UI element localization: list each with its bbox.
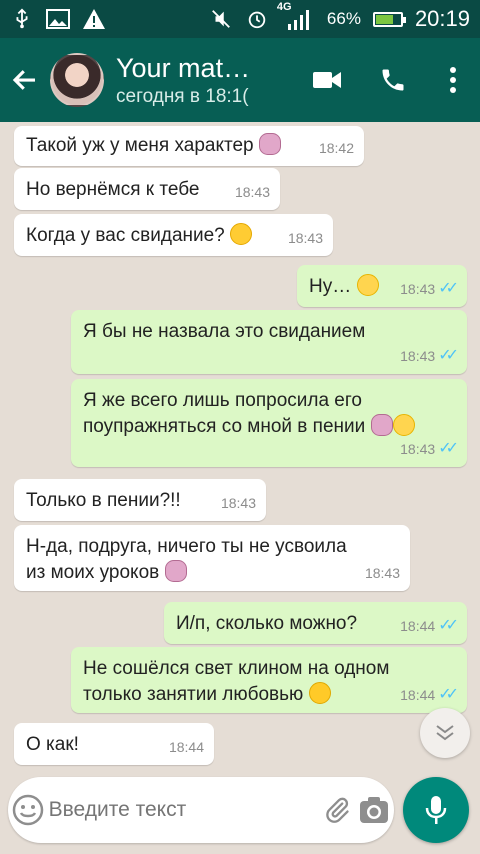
message-text: Но вернёмся к тебе	[26, 179, 200, 200]
avatar[interactable]	[50, 53, 104, 107]
message-text-line-2: только занятии любовью	[83, 684, 304, 705]
read-ticks-icon: ✓✓	[438, 686, 459, 703]
message-text-line-2: из моих уроков	[26, 562, 160, 583]
phone-icon	[382, 69, 404, 91]
message-text: Только в пении?!!	[26, 490, 181, 511]
message-time: 18:43	[287, 230, 323, 246]
relieved-smile-emoji-icon	[392, 414, 415, 436]
back-button[interactable]	[0, 38, 50, 122]
microphone-icon	[425, 796, 447, 824]
message-time: 18:44	[168, 739, 204, 755]
video-call-button[interactable]	[294, 38, 360, 122]
message-text: И/п, сколько можно?	[176, 613, 358, 634]
double-chevron-down-icon	[436, 725, 454, 741]
message-time: 18:43	[220, 495, 256, 511]
scroll-to-bottom-button[interactable]	[420, 708, 470, 758]
message-text-line-1: Не сошёлся свет клином на одном	[83, 658, 390, 679]
message-text: О как!	[26, 734, 79, 755]
clock: 20:19	[414, 6, 470, 31]
chat-header: Your mat…🎸 сегодня в 18:1(	[0, 38, 480, 122]
message-text: Ну…	[309, 276, 352, 297]
message-time: 18:43 ✓✓	[400, 436, 459, 462]
voice-call-button[interactable]	[360, 38, 426, 122]
message-text-line-2: поупражняться со мной в пении	[83, 416, 366, 437]
camera-button[interactable]	[353, 777, 394, 843]
camera-icon	[359, 797, 388, 823]
message-time: 18:44 ✓✓	[400, 682, 459, 708]
message-text-line-1: Я же всего лишь попросила его	[83, 390, 362, 411]
more-vertical-icon	[450, 67, 456, 93]
battery-percent: 66%	[326, 9, 361, 28]
message-incoming[interactable]: Когда у вас свидание? 18:43	[14, 214, 333, 256]
winking-tongue-emoji-icon	[230, 223, 253, 245]
video-camera-icon	[313, 72, 341, 88]
message-incoming[interactable]: Н-да, подруга, ничего ты не усвоила из м…	[14, 525, 410, 591]
message-composer	[8, 777, 394, 843]
voice-record-button[interactable]	[403, 777, 469, 843]
message-time: 18:43 ✓✓	[400, 343, 459, 369]
relieved-smile-emoji-icon	[356, 274, 379, 296]
status-bar: 4G 66% 20:19	[0, 0, 480, 38]
paperclip-icon	[325, 797, 349, 823]
message-outgoing[interactable]: Я же всего лишь попросила его поупражнят…	[71, 379, 467, 467]
message-text: Я бы не назвала это свиданием	[83, 321, 366, 342]
person-shrugging-emoji-icon	[370, 414, 393, 436]
alarm-icon	[245, 7, 269, 31]
read-ticks-icon: ✓✓	[438, 440, 459, 457]
person-facepalming-emoji-icon	[164, 560, 187, 582]
read-ticks-icon: ✓✓	[438, 280, 459, 297]
message-time: 18:44 ✓✓	[400, 613, 459, 639]
message-outgoing[interactable]: Я бы не назвала это свиданием 18:43 ✓✓	[71, 310, 467, 374]
message-outgoing[interactable]: И/п, сколько можно? 18:44 ✓✓	[164, 602, 467, 644]
more-options-button[interactable]	[426, 38, 480, 122]
message-text: Такой уж у меня характер	[26, 135, 254, 156]
image-icon	[46, 7, 70, 31]
warning-icon	[82, 7, 106, 31]
read-ticks-icon: ✓✓	[438, 617, 459, 634]
message-time: 18:42	[318, 140, 354, 156]
arrow-back-icon	[12, 70, 35, 90]
message-incoming[interactable]: Но вернёмся к тебе 18:43	[14, 168, 280, 210]
contact-name: Your mat…🎸	[116, 53, 256, 83]
contact-info[interactable]: Your mat…🎸 сегодня в 18:1(	[116, 52, 294, 108]
message-incoming[interactable]: Такой уж у меня характер 18:42	[14, 126, 364, 166]
read-ticks-icon: ✓✓	[438, 347, 459, 364]
usb-icon	[10, 7, 34, 31]
message-time: 18:43	[364, 565, 400, 581]
message-incoming[interactable]: О как! 18:44	[14, 723, 214, 765]
battery-icon	[372, 11, 406, 27]
message-time: 18:43	[234, 184, 270, 200]
attach-button[interactable]	[320, 777, 354, 843]
message-outgoing[interactable]: Не сошёлся свет клином на одном только з…	[71, 647, 467, 713]
message-text-line-1: Н-да, подруга, ничего ты не усвоила	[26, 536, 347, 557]
message-input[interactable]	[48, 798, 320, 822]
expressionless-emoji-icon	[308, 682, 331, 704]
message-list[interactable]: Такой уж у меня характер 18:42 Но вернём…	[0, 122, 480, 772]
message-outgoing[interactable]: Ну… 18:43 ✓✓	[297, 265, 467, 307]
mute-icon	[209, 7, 233, 31]
emoji-button[interactable]	[8, 777, 49, 843]
message-time: 18:43 ✓✓	[400, 276, 459, 302]
message-text: Когда у вас свидание?	[26, 225, 225, 246]
emoji-icon	[13, 794, 44, 826]
message-incoming[interactable]: Только в пении?!! 18:43	[14, 479, 266, 521]
signal-icon: 4G	[277, 1, 315, 31]
person-shrugging-emoji-icon	[258, 133, 281, 155]
last-seen: сегодня в 18:1(	[116, 86, 249, 107]
